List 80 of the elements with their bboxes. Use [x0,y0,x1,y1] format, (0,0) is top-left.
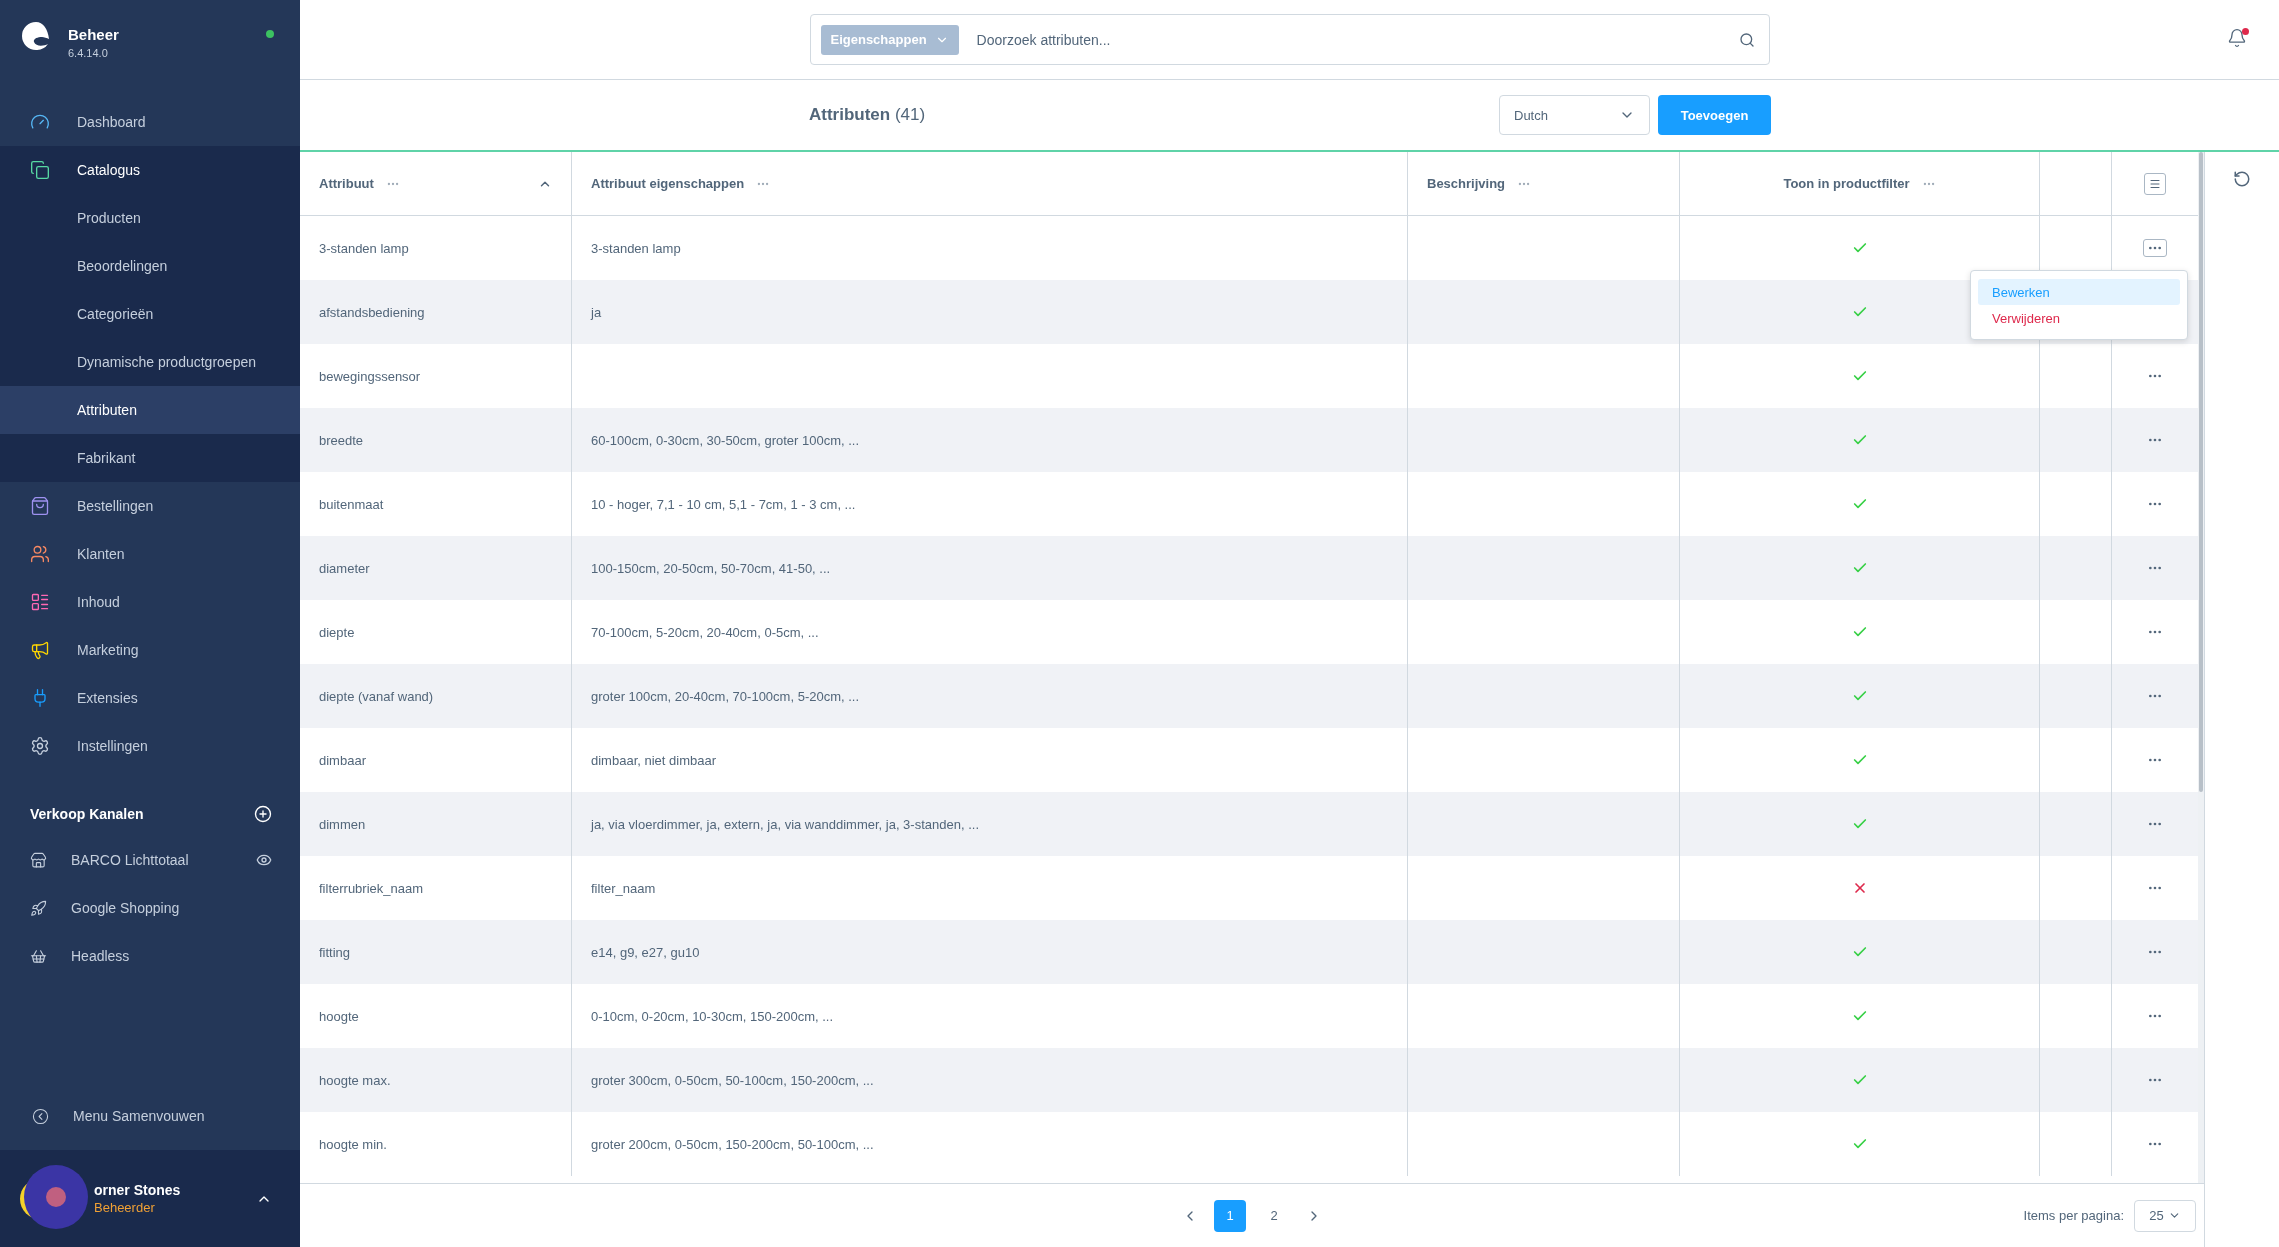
table-cell: 100-150cm, 20-50cm, 50-70cm, 41-50, ... [591,560,831,576]
table-cell: e14, g9, e27, gu10 [591,944,700,960]
table-cell: fitting [319,944,351,960]
page-button[interactable]: 2 [1258,1199,1290,1232]
language-select[interactable]: Dutch [1499,95,1650,135]
bag-icon [30,496,50,516]
collapse-icon[interactable] [32,1107,49,1125]
table-cell: ja [591,304,602,320]
table-cell: filter_naam [591,880,656,896]
copy-icon [30,160,50,180]
brand-title: Beheer [68,26,119,43]
table-cell: afstandsbediening [319,304,425,320]
user-name: orner Stones [94,1182,182,1198]
table-cell: hoogte min. [319,1136,387,1152]
table-cell: 10 - hoger, 7,1 - 10 cm, 5,1 - 7cm, 1 - 3 cm, ... [591,496,856,512]
table-cell: 60-100cm, 0-30cm, 30-50cm, groter 100cm, ... [591,432,860,448]
logo-icon [22,22,50,50]
sidebar-item[interactable]: Dashboard [0,98,300,146]
table-cell: 0-10cm, 0-20cm, 10-30cm, 150-200cm, ... [591,1008,834,1024]
sidebar-item[interactable]: Bestellingen [0,482,300,530]
table-cell: dimbaar, niet dimbaar [591,752,716,768]
sidebar-item[interactable]: Extensies [0,674,300,722]
collapse-link[interactable]: Menu Samenvouwen [73,1108,205,1124]
page-title: Attributen (41) [809,105,927,125]
table-cell: buitenmaat [319,496,384,512]
table-cell: bewegingssensor [319,368,421,384]
table-cell: dimbaar [319,752,366,768]
sidebar-subitem[interactable]: Categorieën [0,290,300,338]
table-cell: 3-standen lamp [319,240,409,256]
table-cell: hoogte [319,1008,359,1024]
table-cell: diepte (vanaf wand) [319,688,434,704]
sales-channel-link[interactable]: Headless [71,948,130,964]
scrollbar-thumb[interactable] [2199,152,2203,792]
table-cell: hoogte max. [319,1072,391,1088]
list-icon [30,592,50,612]
sidebar-subitem[interactable]: Beoordelingen [0,242,300,290]
per-page-label: Items per pagina: [2023,1208,2124,1223]
table-cell: groter 300cm, 0-50cm, 50-100cm, 150-200cm, ... [591,1072,874,1088]
column-header[interactable]: Beschrijving [1427,176,1506,191]
gear-icon [30,736,50,756]
version-text: 6.4.14.0 [68,47,109,59]
table-cell: breedte [319,432,364,448]
megaphone-icon [30,640,50,660]
sidebar-item[interactable]: Instellingen [0,722,300,770]
search-icon [1738,31,1755,48]
basket-icon [30,947,47,965]
table-cell: diameter [319,560,370,576]
table-cell: filterrubriek_naam [319,880,424,896]
menu-item[interactable]: Verwijderen [1978,305,2180,331]
store-icon [30,851,47,869]
table-cell: 3-standen lamp [591,240,681,256]
user-role: Beheerder [94,1200,156,1215]
table-cell: dimmen [319,816,366,832]
table-cell: groter 100cm, 20-40cm, 70-100cm, 5-20cm, ... [591,688,860,704]
sidebar-subitem[interactable]: Attributen [0,386,300,434]
sales-channel-link[interactable]: Google Shopping [71,900,180,916]
section-title: Verkoop Kanalen [30,806,144,822]
sidebar-subitem[interactable]: Fabrikant [0,434,300,482]
sidebar-item[interactable]: Klanten [0,530,300,578]
reset-icon[interactable] [2233,170,2251,188]
column-header[interactable]: Toon in productfilter [1783,176,1910,191]
sidebar-item[interactable]: Catalogus [0,146,300,194]
sidebar-subitem[interactable]: Dynamische productgroepen [0,338,300,386]
users-icon [30,544,50,564]
add-icon[interactable] [254,805,272,823]
eye-icon[interactable] [256,852,272,868]
per-page-select[interactable]: 25 [2134,1199,2196,1232]
table-cell: 70-100cm, 5-20cm, 20-40cm, 0-5cm, ... [591,624,819,640]
table-cell: groter 200cm, 0-50cm, 150-200cm, 50-100cm, ... [591,1136,874,1152]
column-header[interactable]: Attribuut eigenschappen [591,176,745,191]
row-menu-button[interactable] [2143,239,2167,257]
table-cell: diepte [319,624,355,640]
rocket-icon [30,899,47,917]
sidebar-item[interactable]: Inhoud [0,578,300,626]
sidebar-subitem[interactable]: Producten [0,194,300,242]
column-header[interactable]: Attribuut [319,176,374,191]
sales-channel-link[interactable]: BARCO Lichttotaal [71,852,189,868]
columns-menu-icon[interactable] [2144,172,2166,195]
table-cell: ja, via vloerdimmer, ja, extern, ja, via wanddimmer, ja, 3-standen, ... [591,816,979,832]
sidebar-item[interactable]: Marketing [0,626,300,674]
